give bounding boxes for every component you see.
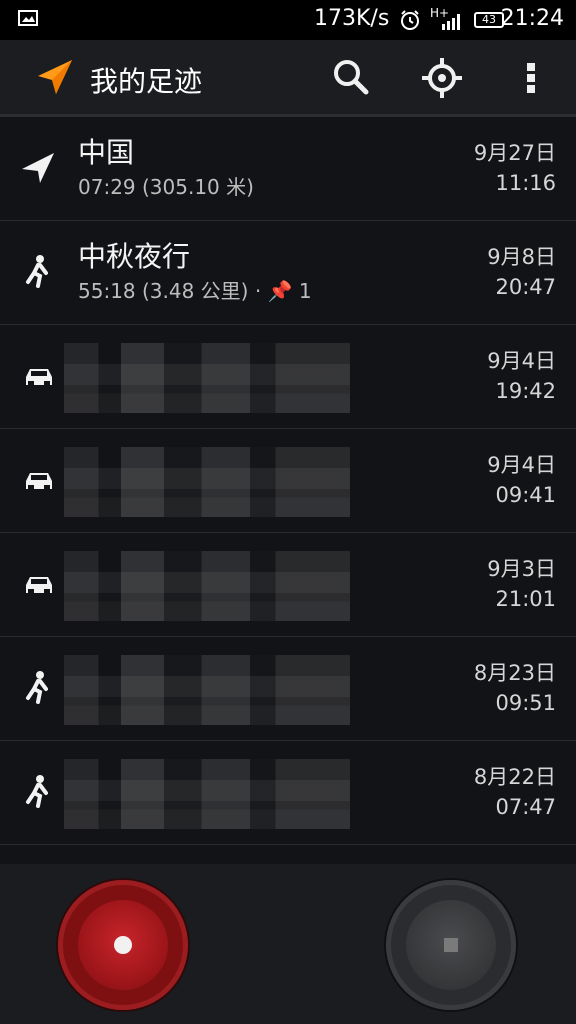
track-time: 09:41 (495, 483, 556, 507)
bottom-controls (0, 864, 576, 1024)
locate-button[interactable] (416, 52, 468, 104)
search-icon (334, 60, 369, 95)
stop-button[interactable] (386, 880, 516, 1010)
track-row[interactable]: 9月4日 09:41 (0, 429, 576, 533)
track-time: 11:16 (495, 171, 556, 195)
image-icon (18, 10, 38, 26)
track-list: 中国 07:29 (305.10 米) 9月27日 11:16 中秋夜行 55:… (0, 117, 576, 871)
walking-icon (26, 775, 48, 808)
stop-icon (444, 938, 458, 952)
track-date: 8月22日 (473, 765, 556, 789)
track-time: 21:01 (495, 587, 556, 611)
track-date: 9月3日 (487, 557, 556, 581)
walking-icon (26, 255, 48, 288)
record-button[interactable] (58, 880, 188, 1010)
redacted-content (64, 551, 350, 621)
car-icon (26, 473, 52, 491)
battery-level: 43 (482, 13, 496, 26)
navigation-arrow-icon (22, 153, 54, 183)
signal-icon (442, 14, 460, 30)
app-bar: 我的足迹 (0, 40, 576, 117)
redacted-content (64, 759, 350, 829)
track-date: 9月4日 (487, 349, 556, 373)
track-time: 07:47 (495, 795, 556, 819)
track-row[interactable]: 8月22日 07:47 (0, 741, 576, 845)
track-row[interactable]: 9月3日 21:01 (0, 533, 576, 637)
redacted-content (64, 343, 350, 413)
track-date: 9月4日 (487, 453, 556, 477)
track-time: 09:51 (495, 691, 556, 715)
track-title: 中国 (78, 136, 135, 169)
status-bar: 173K/s H+ 43 21:24 (0, 0, 576, 40)
track-subtitle: 55:18 (3.48 公里) · 📌 1 (78, 279, 312, 303)
car-icon (26, 577, 52, 595)
screen: 173K/s H+ 43 21:24 我的足迹 中国 07:29 (305.10… (0, 0, 576, 1024)
track-time: 20:47 (495, 275, 556, 299)
track-row[interactable]: 9月4日 19:42 (0, 325, 576, 429)
alarm-icon (401, 10, 419, 30)
gps-locate-icon (422, 58, 462, 98)
overflow-menu-button[interactable] (506, 52, 558, 104)
battery-icon: 43 (474, 12, 504, 28)
track-time: 19:42 (495, 379, 556, 403)
track-row[interactable]: 中国 07:29 (305.10 米) 9月27日 11:16 (0, 117, 576, 221)
navigation-arrow-icon (38, 60, 72, 94)
walking-icon (26, 671, 48, 704)
search-button[interactable] (326, 52, 378, 104)
track-title: 中秋夜行 (78, 240, 191, 273)
car-icon (26, 369, 52, 387)
page-title: 我的足迹 (90, 65, 203, 98)
status-time: 21:24 (500, 6, 564, 31)
track-subtitle: 07:29 (305.10 米) (78, 175, 254, 199)
track-date: 9月27日 (473, 141, 556, 165)
track-date: 9月8日 (487, 245, 556, 269)
redacted-content (64, 447, 350, 517)
redacted-content (64, 655, 350, 725)
track-row[interactable]: 8月23日 09:51 (0, 637, 576, 741)
network-speed: 173K/s (314, 6, 390, 31)
record-icon (114, 936, 132, 954)
track-date: 8月23日 (473, 661, 556, 685)
track-row[interactable]: 中秋夜行 55:18 (3.48 公里) · 📌 1 9月8日 20:47 (0, 221, 576, 325)
overflow-menu-icon (527, 63, 535, 93)
